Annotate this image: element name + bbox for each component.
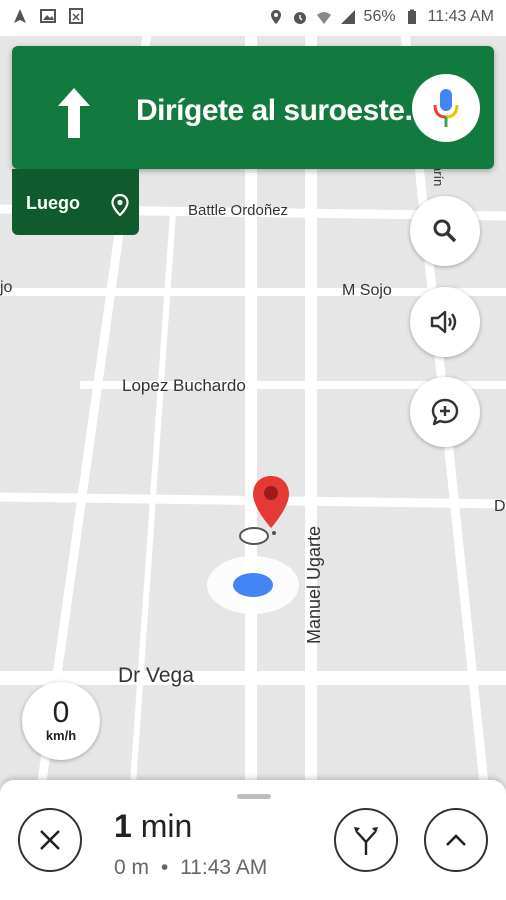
navigation-instruction: Dirígete al suroeste.: [136, 94, 413, 127]
add-report-button[interactable]: [410, 377, 480, 447]
search-button[interactable]: [410, 196, 480, 266]
speed-unit: km/h: [45, 728, 77, 743]
street-label: M Sojo: [342, 282, 392, 299]
arrival-time: 11:43 AM: [180, 856, 268, 879]
voice-search-button[interactable]: [412, 74, 480, 142]
add-comment-icon: [431, 398, 459, 426]
battery-percent: 56%: [363, 8, 396, 25]
street-label: jo: [0, 279, 13, 296]
signal-icon: [340, 10, 355, 24]
chevron-up-icon: [446, 834, 466, 846]
destination-marker-icon: [239, 527, 276, 545]
route-fork-icon: [354, 827, 378, 855]
image-icon: [40, 9, 56, 23]
next-step-label: Luego: [26, 193, 80, 213]
street-label: Lopez Buchardo: [122, 376, 246, 395]
trip-separator: •: [160, 856, 169, 879]
close-icon: [40, 830, 60, 850]
destination-pin-icon[interactable]: [250, 474, 292, 530]
street-label: Battle Ordoñez: [188, 202, 289, 219]
sound-button[interactable]: [410, 287, 480, 357]
speed-value: 0: [52, 696, 70, 729]
trip-panel[interactable]: 1 min 0 m • 11:43 AM: [0, 780, 506, 900]
volume-icon: [430, 310, 457, 334]
battery-icon: [407, 9, 416, 24]
app-icon: [69, 8, 83, 24]
duration-unit: min: [140, 808, 193, 844]
street-label: D: [494, 498, 506, 515]
navigation-instruction-card[interactable]: Dirígete al suroeste.: [12, 46, 494, 169]
exit-navigation-button[interactable]: [18, 808, 82, 872]
duration-value: 1: [114, 808, 132, 844]
alarm-icon: [293, 12, 306, 24]
location-icon: [270, 10, 281, 24]
arrow-up-icon: [58, 88, 90, 138]
current-location-dot: [233, 573, 273, 597]
search-icon: [433, 219, 457, 243]
drag-handle[interactable]: [237, 794, 271, 799]
expand-panel-button[interactable]: [424, 808, 488, 872]
trip-distance: 0 m: [114, 856, 150, 879]
trip-duration: 1 min: [114, 808, 192, 845]
wifi-icon: [316, 12, 331, 24]
street-label: Dr Vega: [118, 664, 194, 687]
street-label: Manuel Ugarte: [304, 525, 324, 644]
trip-details: 0 m • 11:43 AM: [114, 856, 267, 880]
navigation-icon: [14, 9, 26, 23]
status-bar: 56% 11:43 AM: [0, 0, 506, 36]
microphone-icon: [433, 89, 459, 127]
next-step-card[interactable]: Luego: [12, 169, 139, 235]
alternate-routes-button[interactable]: [334, 808, 398, 872]
speedometer: 0 km/h: [22, 682, 100, 760]
status-time: 11:43 AM: [427, 8, 494, 25]
location-pin-icon: [111, 194, 129, 216]
